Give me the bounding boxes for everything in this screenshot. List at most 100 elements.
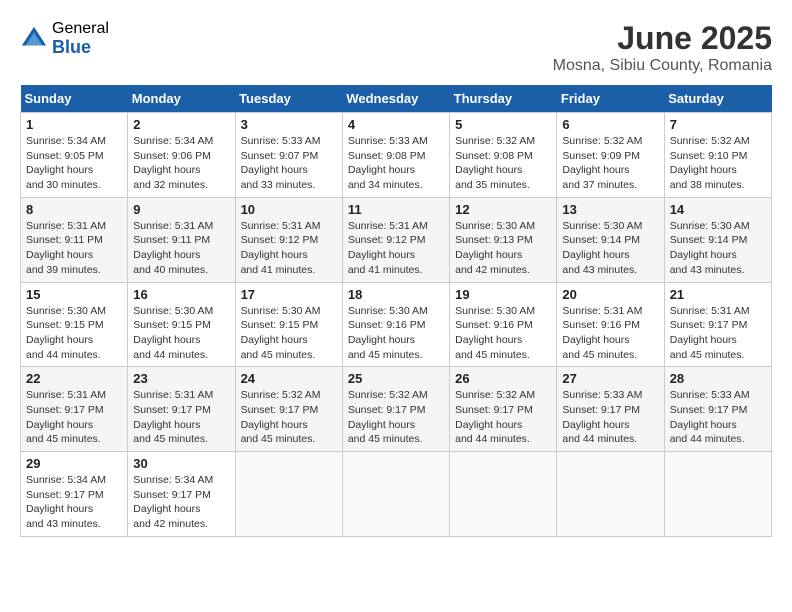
day-number: 15	[26, 287, 122, 302]
calendar-cell: 27 Sunrise: 5:33 AM Sunset: 9:17 PM Dayl…	[557, 367, 664, 452]
calendar-cell: 23 Sunrise: 5:31 AM Sunset: 9:17 PM Dayl…	[128, 367, 235, 452]
day-number: 12	[455, 202, 551, 217]
header-wednesday: Wednesday	[342, 85, 449, 113]
calendar-cell: 2 Sunrise: 5:34 AM Sunset: 9:06 PM Dayli…	[128, 113, 235, 198]
calendar-cell	[450, 452, 557, 537]
calendar-week-2: 8 Sunrise: 5:31 AM Sunset: 9:11 PM Dayli…	[21, 197, 772, 282]
calendar-cell: 16 Sunrise: 5:30 AM Sunset: 9:15 PM Dayl…	[128, 282, 235, 367]
day-number: 11	[348, 202, 444, 217]
day-info: Sunrise: 5:30 AM Sunset: 9:14 PM Dayligh…	[562, 219, 658, 278]
calendar-table: Sunday Monday Tuesday Wednesday Thursday…	[20, 85, 772, 537]
title-area: June 2025 Mosna, Sibiu County, Romania	[553, 20, 772, 75]
calendar-cell: 18 Sunrise: 5:30 AM Sunset: 9:16 PM Dayl…	[342, 282, 449, 367]
calendar-week-3: 15 Sunrise: 5:30 AM Sunset: 9:15 PM Dayl…	[21, 282, 772, 367]
calendar-cell: 17 Sunrise: 5:30 AM Sunset: 9:15 PM Dayl…	[235, 282, 342, 367]
header-thursday: Thursday	[450, 85, 557, 113]
day-number: 18	[348, 287, 444, 302]
logo-blue: Blue	[52, 38, 109, 58]
day-number: 16	[133, 287, 229, 302]
calendar-cell	[664, 452, 771, 537]
calendar-cell: 10 Sunrise: 5:31 AM Sunset: 9:12 PM Dayl…	[235, 197, 342, 282]
logo-text: General Blue	[52, 20, 109, 57]
calendar-cell: 11 Sunrise: 5:31 AM Sunset: 9:12 PM Dayl…	[342, 197, 449, 282]
calendar-cell: 20 Sunrise: 5:31 AM Sunset: 9:16 PM Dayl…	[557, 282, 664, 367]
day-number: 28	[670, 371, 766, 386]
day-info: Sunrise: 5:33 AM Sunset: 9:08 PM Dayligh…	[348, 134, 444, 193]
day-number: 24	[241, 371, 337, 386]
calendar-cell: 24 Sunrise: 5:32 AM Sunset: 9:17 PM Dayl…	[235, 367, 342, 452]
calendar-week-5: 29 Sunrise: 5:34 AM Sunset: 9:17 PM Dayl…	[21, 452, 772, 537]
day-info: Sunrise: 5:30 AM Sunset: 9:13 PM Dayligh…	[455, 219, 551, 278]
location-title: Mosna, Sibiu County, Romania	[553, 57, 772, 75]
header-monday: Monday	[128, 85, 235, 113]
day-number: 29	[26, 456, 122, 471]
logo-icon	[20, 25, 48, 53]
calendar-cell: 12 Sunrise: 5:30 AM Sunset: 9:13 PM Dayl…	[450, 197, 557, 282]
day-info: Sunrise: 5:30 AM Sunset: 9:14 PM Dayligh…	[670, 219, 766, 278]
day-info: Sunrise: 5:31 AM Sunset: 9:11 PM Dayligh…	[133, 219, 229, 278]
day-number: 13	[562, 202, 658, 217]
calendar-cell: 9 Sunrise: 5:31 AM Sunset: 9:11 PM Dayli…	[128, 197, 235, 282]
day-info: Sunrise: 5:32 AM Sunset: 9:17 PM Dayligh…	[241, 388, 337, 447]
calendar-cell: 26 Sunrise: 5:32 AM Sunset: 9:17 PM Dayl…	[450, 367, 557, 452]
calendar-body: 1 Sunrise: 5:34 AM Sunset: 9:05 PM Dayli…	[21, 113, 772, 537]
day-info: Sunrise: 5:33 AM Sunset: 9:07 PM Dayligh…	[241, 134, 337, 193]
calendar-cell: 14 Sunrise: 5:30 AM Sunset: 9:14 PM Dayl…	[664, 197, 771, 282]
calendar-cell: 7 Sunrise: 5:32 AM Sunset: 9:10 PM Dayli…	[664, 113, 771, 198]
day-info: Sunrise: 5:34 AM Sunset: 9:05 PM Dayligh…	[26, 134, 122, 193]
day-info: Sunrise: 5:31 AM Sunset: 9:17 PM Dayligh…	[133, 388, 229, 447]
day-info: Sunrise: 5:30 AM Sunset: 9:15 PM Dayligh…	[133, 304, 229, 363]
day-number: 19	[455, 287, 551, 302]
calendar-cell: 1 Sunrise: 5:34 AM Sunset: 9:05 PM Dayli…	[21, 113, 128, 198]
day-info: Sunrise: 5:34 AM Sunset: 9:17 PM Dayligh…	[133, 473, 229, 532]
calendar-cell: 21 Sunrise: 5:31 AM Sunset: 9:17 PM Dayl…	[664, 282, 771, 367]
day-number: 7	[670, 117, 766, 132]
day-number: 8	[26, 202, 122, 217]
day-number: 27	[562, 371, 658, 386]
calendar-cell: 5 Sunrise: 5:32 AM Sunset: 9:08 PM Dayli…	[450, 113, 557, 198]
day-number: 25	[348, 371, 444, 386]
header-tuesday: Tuesday	[235, 85, 342, 113]
day-number: 26	[455, 371, 551, 386]
logo-general: General	[52, 20, 109, 38]
day-info: Sunrise: 5:32 AM Sunset: 9:09 PM Dayligh…	[562, 134, 658, 193]
day-info: Sunrise: 5:31 AM Sunset: 9:17 PM Dayligh…	[26, 388, 122, 447]
header-sunday: Sunday	[21, 85, 128, 113]
day-number: 1	[26, 117, 122, 132]
day-info: Sunrise: 5:33 AM Sunset: 9:17 PM Dayligh…	[670, 388, 766, 447]
calendar-cell: 29 Sunrise: 5:34 AM Sunset: 9:17 PM Dayl…	[21, 452, 128, 537]
calendar-cell: 13 Sunrise: 5:30 AM Sunset: 9:14 PM Dayl…	[557, 197, 664, 282]
header-friday: Friday	[557, 85, 664, 113]
day-number: 20	[562, 287, 658, 302]
calendar-cell: 15 Sunrise: 5:30 AM Sunset: 9:15 PM Dayl…	[21, 282, 128, 367]
day-number: 21	[670, 287, 766, 302]
calendar-cell: 22 Sunrise: 5:31 AM Sunset: 9:17 PM Dayl…	[21, 367, 128, 452]
day-number: 5	[455, 117, 551, 132]
calendar-cell: 3 Sunrise: 5:33 AM Sunset: 9:07 PM Dayli…	[235, 113, 342, 198]
day-number: 2	[133, 117, 229, 132]
day-info: Sunrise: 5:31 AM Sunset: 9:16 PM Dayligh…	[562, 304, 658, 363]
day-info: Sunrise: 5:31 AM Sunset: 9:11 PM Dayligh…	[26, 219, 122, 278]
day-info: Sunrise: 5:30 AM Sunset: 9:16 PM Dayligh…	[455, 304, 551, 363]
day-info: Sunrise: 5:32 AM Sunset: 9:17 PM Dayligh…	[348, 388, 444, 447]
day-number: 17	[241, 287, 337, 302]
day-number: 23	[133, 371, 229, 386]
logo: General Blue	[20, 20, 109, 57]
day-info: Sunrise: 5:31 AM Sunset: 9:12 PM Dayligh…	[348, 219, 444, 278]
day-number: 10	[241, 202, 337, 217]
day-number: 14	[670, 202, 766, 217]
calendar-week-1: 1 Sunrise: 5:34 AM Sunset: 9:05 PM Dayli…	[21, 113, 772, 198]
day-info: Sunrise: 5:31 AM Sunset: 9:17 PM Dayligh…	[670, 304, 766, 363]
calendar-cell: 19 Sunrise: 5:30 AM Sunset: 9:16 PM Dayl…	[450, 282, 557, 367]
calendar-week-4: 22 Sunrise: 5:31 AM Sunset: 9:17 PM Dayl…	[21, 367, 772, 452]
calendar-cell	[235, 452, 342, 537]
calendar-cell: 30 Sunrise: 5:34 AM Sunset: 9:17 PM Dayl…	[128, 452, 235, 537]
day-number: 3	[241, 117, 337, 132]
calendar-cell	[557, 452, 664, 537]
day-info: Sunrise: 5:34 AM Sunset: 9:06 PM Dayligh…	[133, 134, 229, 193]
month-title: June 2025	[553, 20, 772, 57]
day-info: Sunrise: 5:32 AM Sunset: 9:17 PM Dayligh…	[455, 388, 551, 447]
day-info: Sunrise: 5:32 AM Sunset: 9:08 PM Dayligh…	[455, 134, 551, 193]
calendar-cell: 6 Sunrise: 5:32 AM Sunset: 9:09 PM Dayli…	[557, 113, 664, 198]
calendar-cell: 4 Sunrise: 5:33 AM Sunset: 9:08 PM Dayli…	[342, 113, 449, 198]
